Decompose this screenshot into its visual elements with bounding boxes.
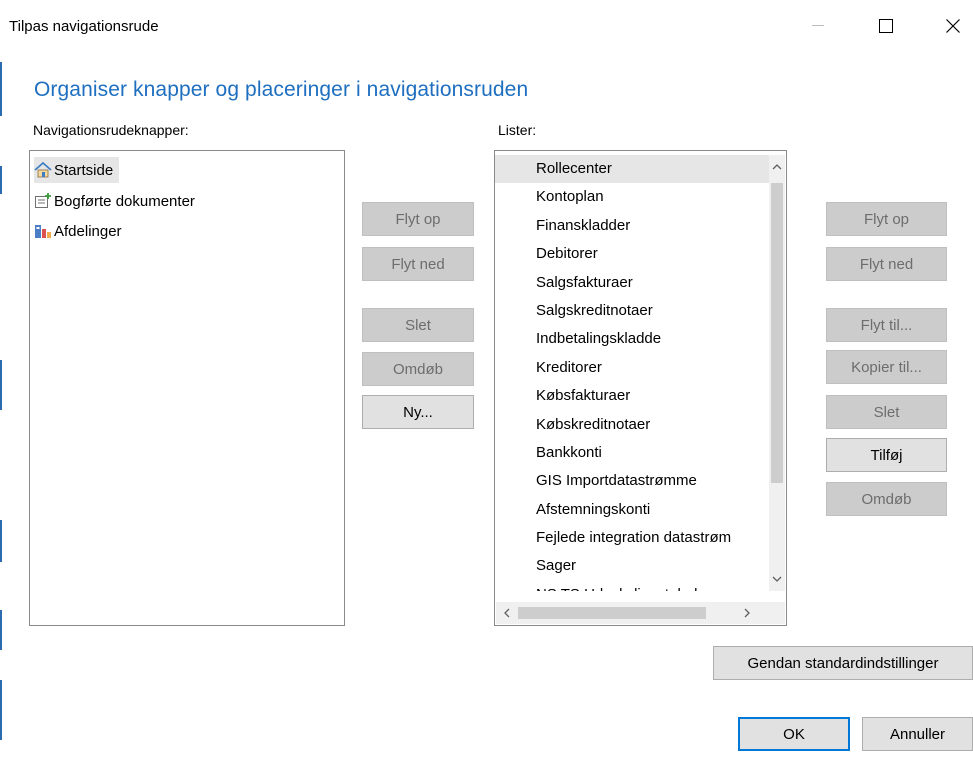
list-item[interactable]: Debitorer <box>495 240 776 268</box>
nav-item-label: Startside <box>54 161 114 179</box>
list-item[interactable]: Finanskladder <box>495 212 776 240</box>
lists-move-up-button[interactable]: Flyt op <box>826 202 947 236</box>
nav-rename-button[interactable]: Omdøb <box>362 352 474 386</box>
minimize-icon <box>812 25 824 27</box>
nav-buttons-listbox[interactable]: Startside Bogførte dokumenter Afdelinger <box>29 150 345 626</box>
list-item[interactable]: Rollecenter <box>495 155 776 184</box>
list-item[interactable]: Købskreditnotaer <box>495 411 776 439</box>
scrollbar-corner <box>769 602 785 624</box>
nav-pane-label: Navigationsrudeknapper: <box>33 122 189 138</box>
nav-new-button[interactable]: Ny... <box>362 395 474 429</box>
scroll-down-icon[interactable] <box>769 569 785 589</box>
list-item[interactable]: Sager <box>495 552 776 580</box>
nav-move-down-button[interactable]: Flyt ned <box>362 247 474 281</box>
nav-item-label: Afdelinger <box>54 222 122 240</box>
list-item[interactable]: NS TS Udvekslingstabel <box>495 581 776 591</box>
lists-items: Rollecenter Kontoplan Finanskladder Debi… <box>495 155 776 591</box>
lists-vertical-scrollbar[interactable] <box>769 155 785 591</box>
close-button[interactable] <box>930 6 973 46</box>
lists-add-button[interactable]: Tilføj <box>826 438 947 472</box>
list-item[interactable]: Afstemningskonti <box>495 496 776 524</box>
maximize-button[interactable] <box>863 6 909 46</box>
scroll-left-icon[interactable] <box>496 602 518 624</box>
list-item[interactable]: Kreditorer <box>495 354 776 382</box>
nav-item-label: Bogførte dokumenter <box>54 192 195 210</box>
lists-delete-button[interactable]: Slet <box>826 395 947 429</box>
lists-copy-to-button[interactable]: Kopier til... <box>826 350 947 384</box>
posted-documents-icon <box>34 192 52 210</box>
window-title: Tilpas navigationsrude <box>9 18 159 35</box>
lists-listbox[interactable]: Rollecenter Kontoplan Finanskladder Debi… <box>494 150 787 626</box>
list-item[interactable]: Salgskreditnotaer <box>495 297 776 325</box>
cancel-button[interactable]: Annuller <box>862 717 973 751</box>
nav-item-bogforte-dokumenter[interactable]: Bogførte dokumenter <box>34 188 201 214</box>
horizontal-scroll-thumb[interactable] <box>518 607 706 619</box>
nav-item-startside[interactable]: Startside <box>34 157 120 183</box>
ok-button[interactable]: OK <box>738 717 850 751</box>
close-icon <box>946 19 960 33</box>
dialog-heading: Organiser knapper og placeringer i navig… <box>34 78 529 101</box>
restore-defaults-button[interactable]: Gendan standardindstillinger <box>713 646 973 680</box>
lists-label: Lister: <box>498 122 537 138</box>
scroll-right-icon[interactable] <box>736 602 758 624</box>
vertical-scroll-thumb[interactable] <box>771 183 783 483</box>
list-item[interactable]: Kontoplan <box>495 183 776 211</box>
list-item[interactable]: Fejlede integration datastrøm <box>495 524 776 552</box>
nav-delete-button[interactable]: Slet <box>362 308 474 342</box>
list-item[interactable]: Indbetalingskladde <box>495 325 776 353</box>
home-icon <box>34 161 52 179</box>
lists-move-to-button[interactable]: Flyt til... <box>826 308 947 342</box>
nav-item-afdelinger[interactable]: Afdelinger <box>34 218 128 244</box>
window-left-edge <box>0 0 3 760</box>
list-item[interactable]: Bankkonti <box>495 439 776 467</box>
list-item[interactable]: Købsfakturaer <box>495 382 776 410</box>
departments-icon <box>34 222 52 240</box>
lists-horizontal-scrollbar[interactable] <box>496 602 769 624</box>
scroll-up-icon[interactable] <box>769 157 785 177</box>
list-item[interactable]: Salgsfakturaer <box>495 269 776 297</box>
lists-rename-button[interactable]: Omdøb <box>826 482 947 516</box>
lists-move-down-button[interactable]: Flyt ned <box>826 247 947 281</box>
list-item[interactable]: GIS Importdatastrømme <box>495 467 776 495</box>
minimize-button[interactable] <box>795 6 841 46</box>
nav-move-up-button[interactable]: Flyt op <box>362 202 474 236</box>
maximize-icon <box>879 19 893 33</box>
